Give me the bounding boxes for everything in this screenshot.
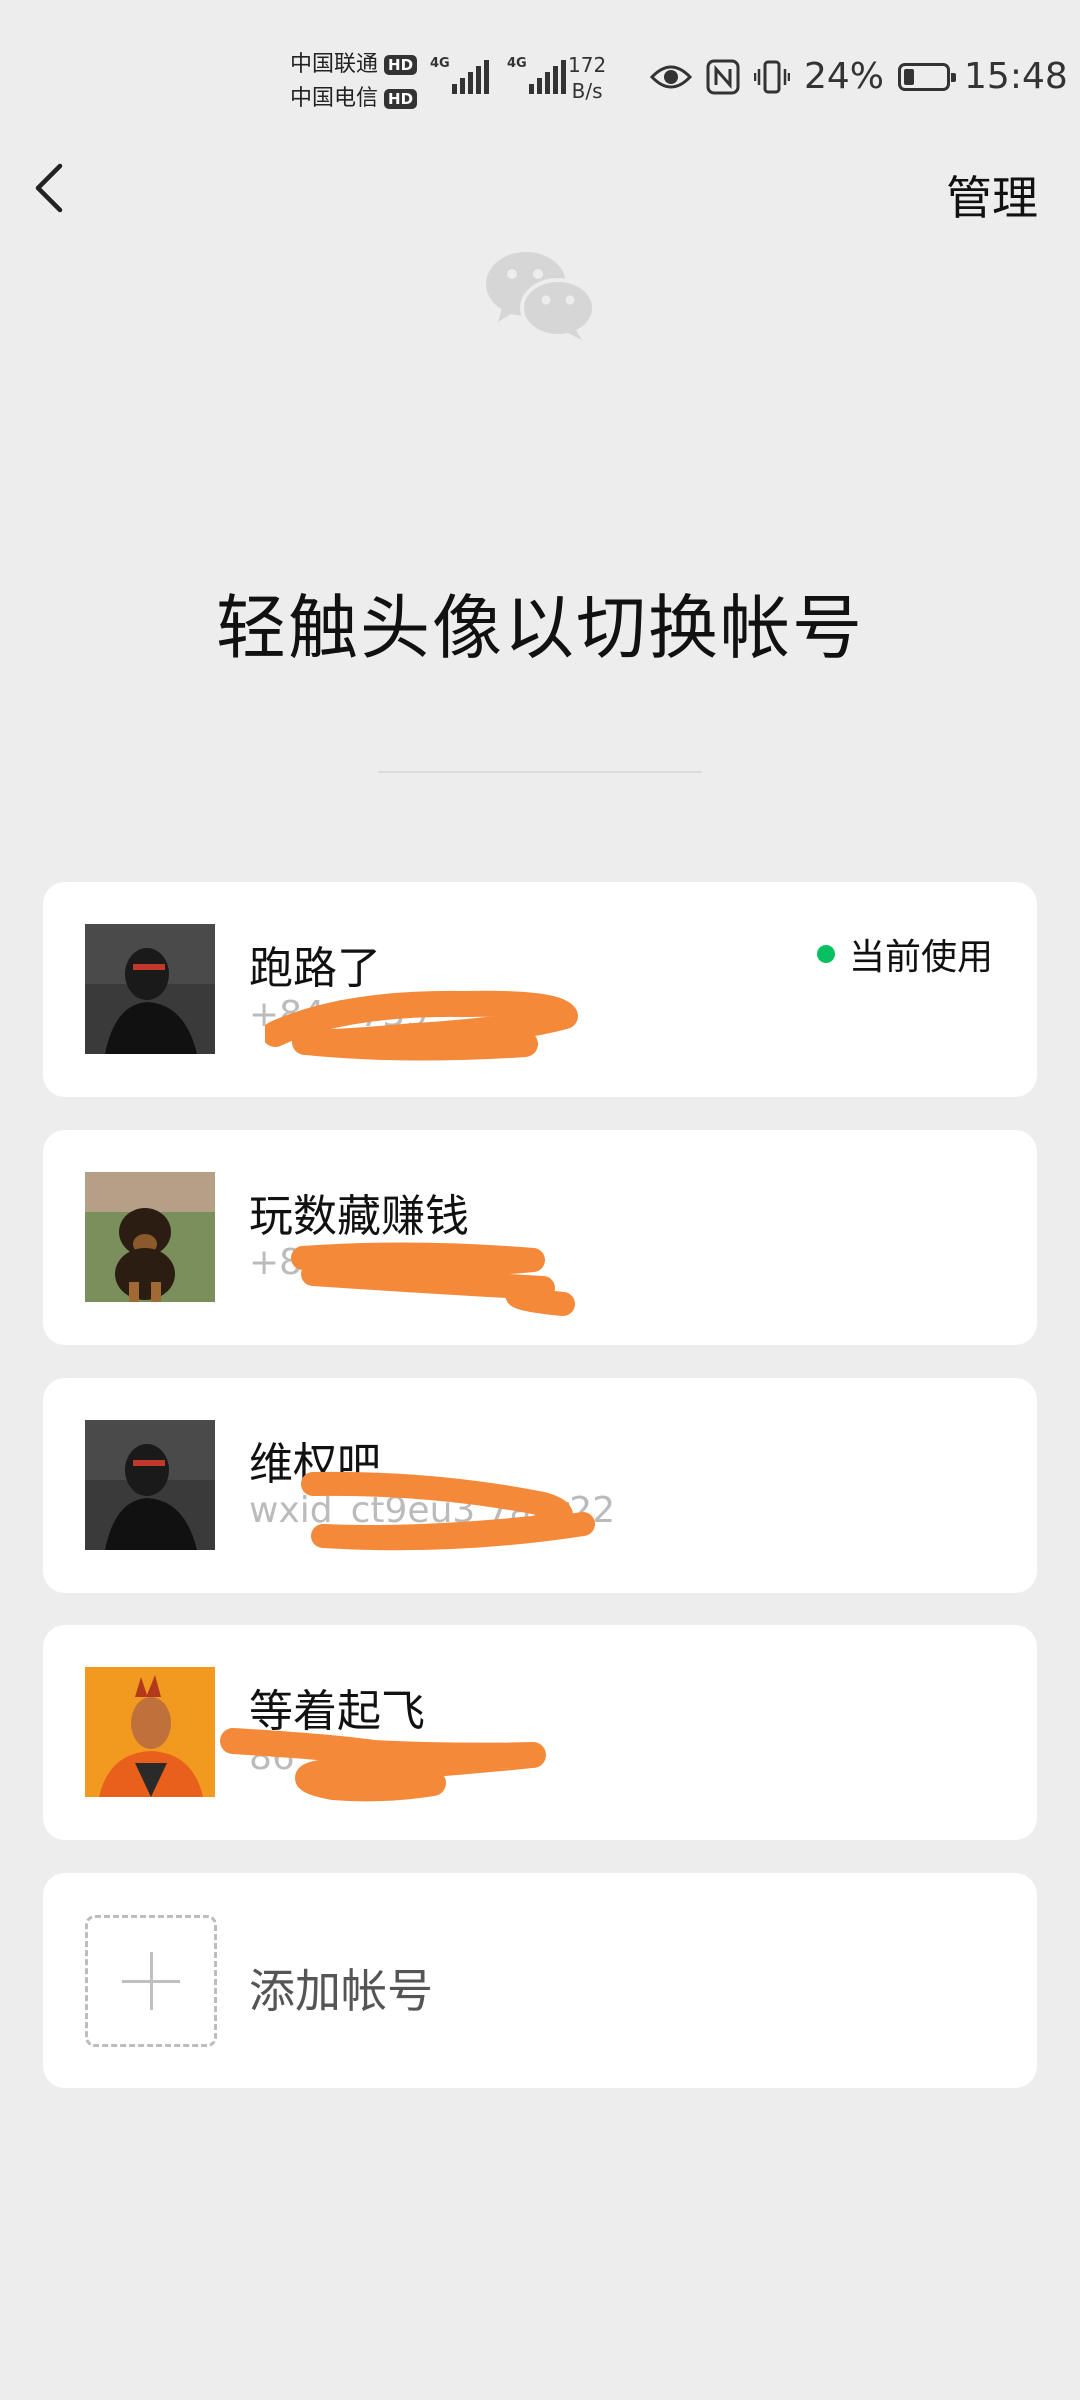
status-icons: 24% 15:48 xyxy=(650,56,1068,97)
signal-strength-icon: 4G xyxy=(507,56,566,94)
battery-percent: 24% xyxy=(804,56,885,97)
avatar[interactable] xyxy=(85,1420,215,1550)
dark-figure-avatar-icon xyxy=(85,1420,215,1550)
signal-strength-icon: 4G xyxy=(430,56,489,94)
account-card[interactable]: 维权吧 wxid_ct9eu3 7anr22 xyxy=(43,1378,1037,1593)
chevron-left-icon xyxy=(35,163,63,213)
account-card[interactable]: 等着起飞 86 xyxy=(43,1625,1037,1840)
puppy-avatar-icon xyxy=(85,1172,215,1302)
avatar[interactable] xyxy=(85,924,215,1054)
manage-button[interactable]: 管理 xyxy=(946,162,1038,228)
carrier-2-name: 中国电信 xyxy=(290,86,379,111)
dark-figure-avatar-icon xyxy=(85,924,215,1054)
eye-icon xyxy=(650,65,692,88)
page-title: 轻触头像以切换帐号 xyxy=(216,587,864,669)
account-id: wxid_ct9eu3 7anr22 xyxy=(249,1490,616,1531)
signal-indicators: 4G 4G xyxy=(430,56,566,94)
wechat-logo-icon xyxy=(486,252,596,340)
account-id: +84 7739 xyxy=(249,994,429,1035)
account-name: 玩数藏赚钱 xyxy=(249,1191,469,1242)
network-speed: 172 B/s xyxy=(568,53,607,103)
divider xyxy=(378,771,702,773)
add-account-card[interactable]: 添加帐号 xyxy=(43,1873,1037,2088)
add-account-plus-icon[interactable] xyxy=(85,1915,217,2047)
avatar[interactable] xyxy=(85,1172,215,1302)
hd-badge: HD xyxy=(384,89,418,109)
back-button[interactable] xyxy=(30,160,80,216)
account-name: 维权吧 xyxy=(249,1439,381,1490)
account-name: 等着起飞 xyxy=(249,1686,425,1737)
current-account-badge: 当前使用 xyxy=(816,928,993,980)
nfc-icon xyxy=(706,59,740,94)
vibrate-icon xyxy=(754,60,790,93)
account-name: 跑路了 xyxy=(249,943,381,994)
current-account-label: 当前使用 xyxy=(848,937,993,978)
account-card[interactable]: 跑路了 +84 7739 当前使用 xyxy=(43,882,1037,1097)
status-bar: 中国联通 HD 中国电信 HD 4G 4G 172 B/s 24% 15:48 xyxy=(0,0,1080,150)
active-status-dot xyxy=(816,945,835,963)
orange-figure-avatar-icon xyxy=(85,1667,215,1797)
account-id: +8 78986 xyxy=(249,1242,429,1283)
account-id: 86 xyxy=(249,1737,295,1778)
battery-level-fill xyxy=(904,68,915,85)
account-card[interactable]: 玩数藏赚钱 +8 78986 xyxy=(43,1130,1037,1345)
battery-icon xyxy=(898,62,957,91)
add-account-label: 添加帐号 xyxy=(249,1964,433,2018)
status-time: 15:48 xyxy=(964,56,1068,97)
hd-badge: HD xyxy=(384,55,418,75)
avatar[interactable] xyxy=(85,1667,215,1797)
carrier-1-name: 中国联通 xyxy=(290,52,379,77)
carrier-info: 中国联通 HD 中国电信 HD xyxy=(290,48,418,116)
